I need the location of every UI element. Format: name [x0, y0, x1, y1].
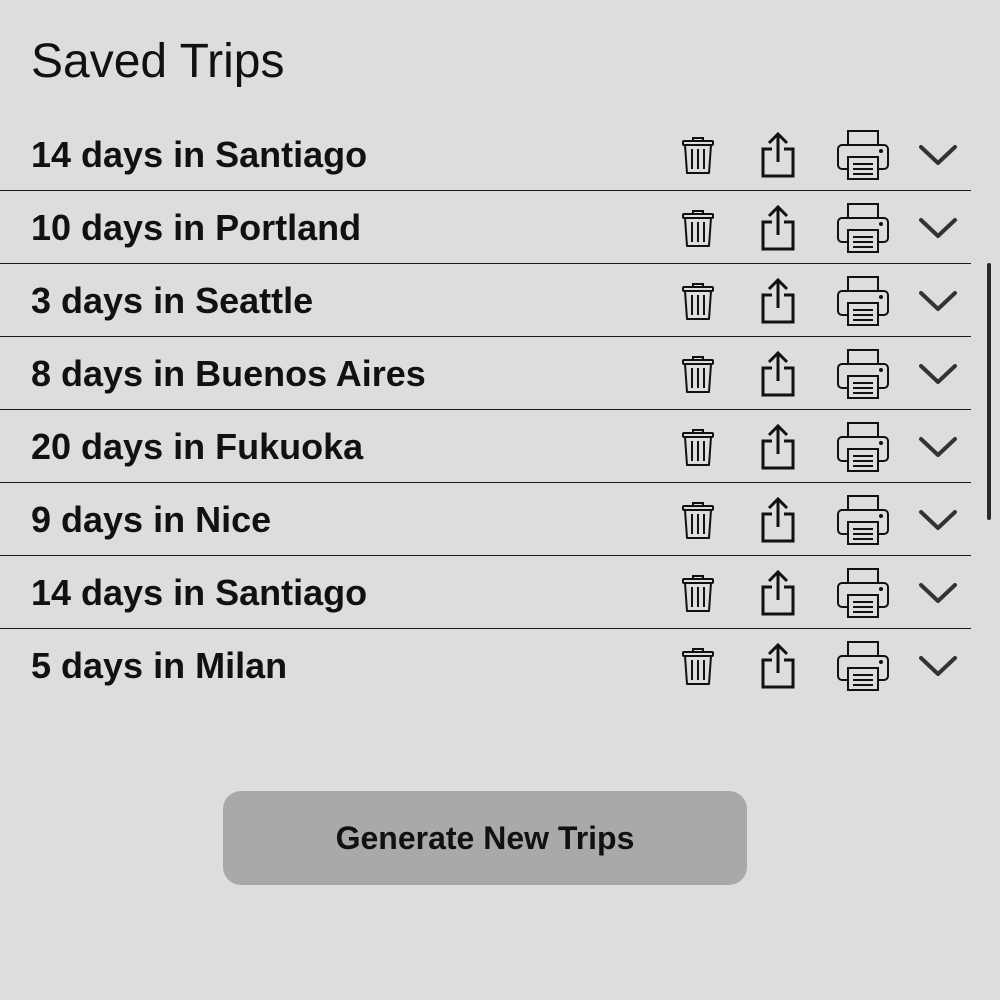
printer-icon — [837, 202, 889, 253]
generate-new-trips-button[interactable]: Generate New Trips — [223, 791, 747, 885]
trip-title: 9 days in Nice — [31, 499, 272, 540]
expand-trip-button[interactable] — [914, 556, 962, 629]
printer-icon — [837, 640, 889, 691]
delete-trip-button[interactable] — [678, 629, 718, 702]
delete-trip-button[interactable] — [678, 264, 718, 337]
delete-trip-button[interactable] — [678, 118, 718, 191]
delete-trip-button[interactable] — [678, 410, 718, 483]
trip-list: 14 days in Santiago 10 days in Portland … — [0, 118, 971, 702]
page-title: Saved Trips — [31, 35, 285, 88]
trip-row: 3 days in Seattle — [0, 264, 971, 337]
trip-title: 20 days in Fukuoka — [31, 426, 364, 467]
trip-row: 20 days in Fukuoka — [0, 410, 971, 483]
print-trip-button[interactable] — [834, 191, 892, 264]
share-trip-button[interactable] — [756, 337, 800, 410]
share-trip-button[interactable] — [756, 410, 800, 483]
delete-trip-button[interactable] — [678, 483, 718, 556]
trip-row: 14 days in Santiago — [0, 556, 971, 629]
print-trip-button[interactable] — [834, 556, 892, 629]
share-icon — [761, 642, 795, 688]
share-icon — [761, 423, 795, 469]
print-trip-button[interactable] — [834, 410, 892, 483]
trip-title: 3 days in Seattle — [31, 280, 314, 321]
share-trip-button[interactable] — [756, 118, 800, 191]
share-trip-button[interactable] — [756, 556, 800, 629]
trash-icon — [682, 282, 714, 320]
expand-trip-button[interactable] — [914, 118, 962, 191]
printer-icon — [837, 494, 889, 545]
share-icon — [761, 277, 795, 323]
print-trip-button[interactable] — [834, 337, 892, 410]
print-trip-button[interactable] — [834, 118, 892, 191]
trash-icon — [682, 209, 714, 247]
printer-icon — [837, 567, 889, 618]
trip-title: 14 days in Santiago — [31, 572, 368, 613]
share-icon — [761, 204, 795, 250]
trip-title: 14 days in Santiago — [31, 134, 368, 175]
chevron-down-icon — [919, 217, 957, 238]
trip-row: 8 days in Buenos Aires — [0, 337, 971, 410]
trash-icon — [682, 136, 714, 174]
chevron-down-icon — [919, 582, 957, 603]
trip-row: 14 days in Santiago — [0, 118, 971, 191]
trip-title: 5 days in Milan — [31, 645, 288, 686]
trash-icon — [682, 501, 714, 539]
trip-title: 10 days in Portland — [31, 207, 362, 248]
trash-icon — [682, 355, 714, 393]
trash-icon — [682, 647, 714, 685]
chevron-down-icon — [919, 144, 957, 165]
expand-trip-button[interactable] — [914, 191, 962, 264]
saved-trips-page: Saved Trips 14 days in Santiago 10 days … — [0, 0, 1000, 1000]
scrollbar[interactable] — [987, 263, 991, 520]
expand-trip-button[interactable] — [914, 629, 962, 702]
printer-icon — [837, 421, 889, 472]
printer-icon — [837, 275, 889, 326]
share-trip-button[interactable] — [756, 264, 800, 337]
chevron-down-icon — [919, 436, 957, 457]
trip-row: 10 days in Portland — [0, 191, 971, 264]
share-trip-button[interactable] — [756, 191, 800, 264]
expand-trip-button[interactable] — [914, 337, 962, 410]
share-trip-button[interactable] — [756, 483, 800, 556]
printer-icon — [837, 348, 889, 399]
trash-icon — [682, 574, 714, 612]
share-trip-button[interactable] — [756, 629, 800, 702]
chevron-down-icon — [919, 363, 957, 384]
expand-trip-button[interactable] — [914, 410, 962, 483]
share-icon — [761, 350, 795, 396]
share-icon — [761, 131, 795, 177]
print-trip-button[interactable] — [834, 483, 892, 556]
delete-trip-button[interactable] — [678, 191, 718, 264]
delete-trip-button[interactable] — [678, 337, 718, 410]
trip-row: 9 days in Nice — [0, 483, 971, 556]
delete-trip-button[interactable] — [678, 556, 718, 629]
share-icon — [761, 569, 795, 615]
expand-trip-button[interactable] — [914, 264, 962, 337]
chevron-down-icon — [919, 509, 957, 530]
expand-trip-button[interactable] — [914, 483, 962, 556]
print-trip-button[interactable] — [834, 629, 892, 702]
chevron-down-icon — [919, 655, 957, 676]
trash-icon — [682, 428, 714, 466]
share-icon — [761, 496, 795, 542]
print-trip-button[interactable] — [834, 264, 892, 337]
printer-icon — [837, 129, 889, 180]
chevron-down-icon — [919, 290, 957, 311]
trip-title: 8 days in Buenos Aires — [31, 353, 426, 394]
trip-row: 5 days in Milan — [0, 629, 971, 702]
